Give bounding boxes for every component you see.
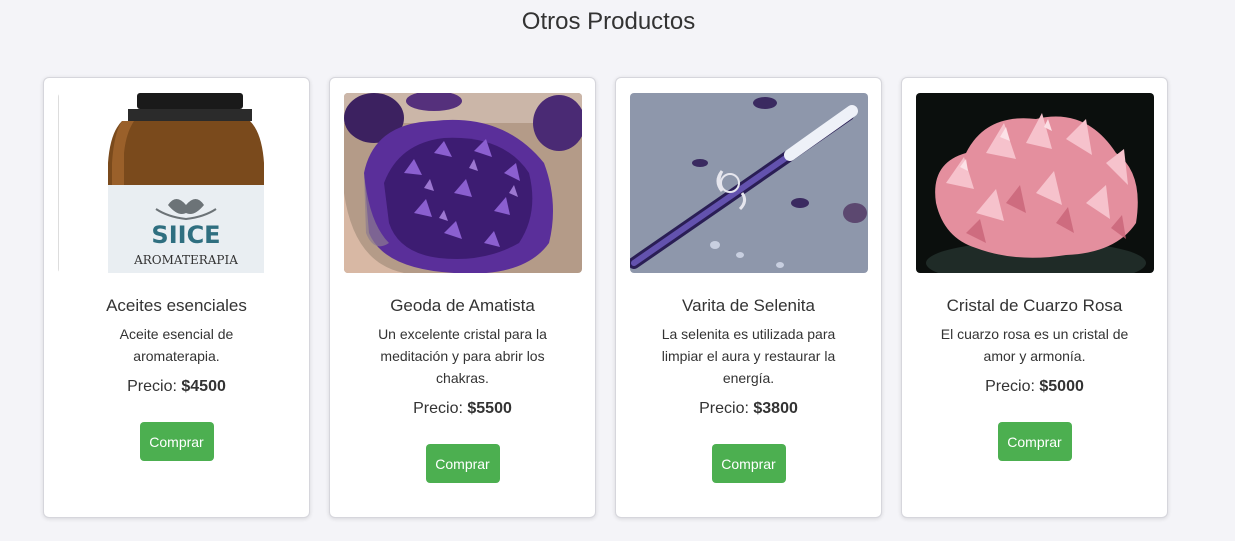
product-description: Un excelente cristal para la meditación … [378, 326, 547, 386]
price-label: Precio: [127, 378, 177, 395]
price-value: $5000 [1039, 378, 1084, 395]
product-card-amatista: Geoda de Amatista Un excelente cristal p… [329, 77, 596, 518]
product-title: Varita de Selenita [682, 296, 815, 315]
price-label: Precio: [985, 378, 1035, 395]
product-title: Geoda de Amatista [390, 296, 535, 315]
product-price: Precio: $5000 [985, 376, 1084, 398]
essential-oil-bottle-icon: SIICE AROMATERAPIA [57, 93, 296, 273]
product-grid: SIICE AROMATERAPIA Aceites esenciales Ac… [43, 77, 1168, 518]
product-card-cuarzo: Cristal de Cuarzo Rosa El cuarzo rosa es… [901, 77, 1168, 518]
price-value: $5500 [467, 400, 512, 417]
comprar-button-cuarzo[interactable]: Comprar [997, 422, 1072, 461]
price-label: Precio: [699, 400, 749, 417]
product-price: Precio: $4500 [127, 376, 226, 398]
bottle-brand-text: SIICE [151, 221, 220, 249]
product-description: Aceite esencial de aromaterapia. [119, 326, 234, 364]
product-title: Cristal de Cuarzo Rosa [946, 296, 1123, 315]
product-image-aceites: SIICE AROMATERAPIA [57, 93, 296, 273]
bottle-line-text: AROMATERAPIA [133, 253, 238, 267]
section-title: Otros Productos [521, 8, 696, 35]
price-value: $4500 [181, 378, 226, 395]
product-image-amatista [343, 93, 582, 273]
price-label: Precio: [413, 400, 463, 417]
product-price: Precio: $5500 [413, 398, 512, 420]
amethyst-geode-icon [343, 93, 582, 273]
comprar-button-aceites[interactable]: Comprar [139, 422, 214, 461]
product-title: Aceites esenciales [106, 296, 247, 315]
product-card-selenita: Varita de Selenita La selenita es utiliz… [615, 77, 882, 518]
price-value: $3800 [753, 400, 798, 417]
product-description: El cuarzo rosa es un cristal de amor y a… [940, 326, 1129, 364]
product-description: La selenita es utilizada para limpiar el… [661, 326, 836, 386]
product-price: Precio: $3800 [699, 398, 798, 420]
product-card-aceites: SIICE AROMATERAPIA Aceites esenciales Ac… [43, 77, 310, 518]
rose-quartz-crystal-icon [915, 93, 1154, 273]
product-image-cuarzo [915, 93, 1154, 273]
selenite-wand-icon [629, 93, 868, 273]
comprar-button-amatista[interactable]: Comprar [425, 444, 500, 483]
comprar-button-selenita[interactable]: Comprar [711, 444, 786, 483]
product-image-selenita [629, 93, 868, 273]
